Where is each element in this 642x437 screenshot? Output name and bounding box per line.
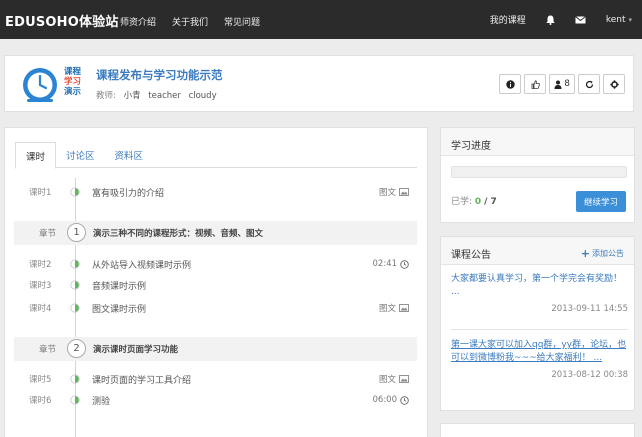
notice-panel: 课程公告 + 添加公告 大家都要认真学习，第一个学完会有奖励！ ... 2013…	[440, 236, 635, 411]
lesson-row[interactable]: 课时5 课时页面的学习工具介绍 图文	[14, 368, 417, 390]
course-toolbar: 8	[496, 74, 625, 94]
logo-text: 课程 学习 演示	[64, 67, 82, 97]
continue-learning-button[interactable]: 继续学习	[576, 191, 626, 212]
user-icon	[554, 80, 562, 89]
chevron-down-icon: ▾	[628, 15, 632, 24]
lesson-title: 从外站导入视频课时示例	[92, 260, 192, 271]
chapter-header: 章节 2 演示课时页面学习功能	[14, 337, 417, 361]
progress-heading: 学习进度	[441, 128, 634, 156]
info-icon	[506, 79, 515, 89]
course-title: 课程发布与学习功能示范	[96, 68, 223, 82]
progress-bar	[451, 166, 627, 178]
tab-materials[interactable]: 资料区	[105, 142, 154, 169]
learned-count: 已学: 0 / 7	[451, 197, 497, 207]
lesson-number: 课时4	[29, 304, 52, 314]
image-icon	[399, 375, 409, 383]
lesson-meta: 图文	[379, 186, 409, 198]
tab-discussion[interactable]: 讨论区	[56, 142, 105, 169]
chapter-header: 章节 1 演示三种不同的课程形式：视频、音频、图文	[14, 221, 417, 245]
site-brand[interactable]: EDUSOHO体验站	[5, 11, 119, 30]
teacher-link[interactable]: 小青	[124, 91, 141, 101]
lesson-meta: 02:41	[373, 259, 410, 269]
lesson-title: 富有吸引力的介绍	[92, 188, 165, 199]
lesson-meta: 图文	[379, 373, 409, 385]
user-menu[interactable]: kent ▾	[606, 15, 632, 25]
plus-icon: +	[580, 247, 590, 260]
chapter-title: 演示课时页面学习功能	[93, 345, 179, 355]
course-header: 课程 学习 演示 课程发布与学习功能示范 教师: 小青 teacher clou…	[4, 55, 634, 112]
student-count: 8	[564, 79, 570, 89]
message-envelope-icon[interactable]	[575, 15, 586, 24]
lesson-title: 测验	[92, 396, 111, 407]
teacher-link[interactable]: cloudy	[189, 91, 217, 101]
lesson-row[interactable]: 课时3 音频课时示例	[14, 274, 417, 296]
main-nav: 师资介绍 关于我们 常见问题	[120, 15, 276, 28]
chapter-label: 章节	[39, 345, 57, 355]
clock-icon	[400, 395, 409, 405]
qa-panel	[440, 423, 635, 437]
nav-link-about[interactable]: 关于我们	[172, 15, 208, 28]
settings-button[interactable]	[603, 74, 625, 94]
thumbs-up-icon	[531, 79, 540, 89]
lesson-row[interactable]: 课时4 图文课时示例 图文	[14, 297, 417, 319]
info-button[interactable]	[499, 74, 522, 94]
my-courses-link[interactable]: 我的课程	[490, 13, 526, 26]
lesson-status-icon	[70, 187, 80, 197]
user-nav: 我的课程 kent ▾	[470, 13, 632, 27]
lesson-status-icon	[70, 303, 80, 313]
lesson-meta: 06:00	[373, 395, 410, 405]
lesson-row[interactable]: 课时2 从外站导入视频课时示例 02:41	[14, 253, 417, 275]
lesson-status-icon	[70, 374, 80, 384]
lesson-title: 图文课时示例	[92, 304, 147, 315]
teacher-list: 教师: 小青 teacher cloudy	[96, 89, 222, 101]
teacher-label: 教师:	[96, 91, 116, 101]
chapter-number-badge: 1	[67, 223, 86, 242]
nav-link-faq[interactable]: 常见问题	[224, 15, 260, 28]
lesson-meta: 图文	[379, 302, 409, 314]
lesson-row[interactable]: 课时6 测验 06:00	[14, 389, 417, 411]
lesson-tabs: 课时 讨论区 资料区	[15, 142, 417, 169]
add-notice-button[interactable]: + 添加公告	[581, 247, 624, 260]
lesson-status-icon	[70, 395, 80, 405]
notice-item[interactable]: 大家都要认真学习，第一个学完会有奖励！ ... 2013-09-11 14:55	[451, 273, 628, 314]
progress-panel: 学习进度 已学: 0 / 7 继续学习	[440, 127, 635, 223]
lesson-number: 课时5	[29, 375, 52, 385]
clock-logo-icon	[23, 68, 57, 102]
chapter-number-badge: 2	[67, 339, 86, 358]
chapter-title: 演示三种不同的课程形式：视频、音频、图文	[93, 229, 264, 239]
notice-item[interactable]: 第一课大家可以加入qq群，yy群，论坛，也可以到微博粉我~~~给大家福利！ ..…	[451, 339, 628, 380]
refresh-icon	[585, 80, 593, 88]
top-navbar: EDUSOHO体验站 师资介绍 关于我们 常见问题 我的课程 kent ▾	[0, 0, 642, 39]
like-button[interactable]	[524, 74, 547, 94]
image-icon	[399, 188, 409, 196]
lesson-number: 课时1	[29, 188, 52, 198]
clock-icon	[400, 259, 409, 269]
gear-icon	[609, 79, 619, 89]
refresh-button[interactable]	[578, 74, 600, 94]
lesson-number: 课时2	[29, 260, 52, 270]
lesson-status-icon	[70, 259, 80, 269]
lesson-title: 音频课时示例	[92, 281, 147, 292]
chapter-label: 章节	[39, 229, 57, 239]
image-icon	[399, 304, 409, 312]
lesson-title: 课时页面的学习工具介绍	[92, 375, 192, 386]
nav-link-teachers[interactable]: 师资介绍	[120, 15, 156, 28]
lesson-number: 课时3	[29, 281, 52, 291]
notification-bell-icon[interactable]	[546, 15, 555, 25]
notice-divider	[451, 329, 628, 330]
lesson-row[interactable]: 课时1 富有吸引力的介绍 图文	[14, 181, 417, 203]
username: kent	[605, 14, 626, 25]
teacher-link[interactable]: teacher	[148, 91, 181, 101]
tab-lessons[interactable]: 课时	[15, 142, 57, 169]
lesson-number: 课时6	[29, 396, 52, 406]
students-button[interactable]: 8	[549, 74, 575, 94]
lesson-status-icon	[70, 280, 80, 290]
